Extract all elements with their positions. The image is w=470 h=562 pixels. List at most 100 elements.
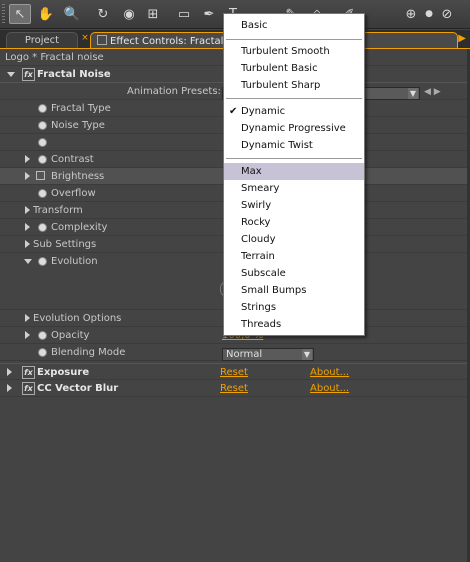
preset-nav-arrows[interactable]: ◀ ▶ [424,87,441,97]
menu-item-strings[interactable]: Strings [224,299,364,316]
panel-menu-icon[interactable]: ▶ [458,33,466,44]
stopwatch-icon[interactable] [38,104,47,113]
stopwatch-icon[interactable] [38,189,47,198]
reset-link[interactable]: Reset [220,383,248,394]
pan-behind-icon[interactable]: ⊞ [142,4,164,24]
chevron-down-icon[interactable]: ▼ [302,349,312,360]
menu-item-label: Turbulent Basic [241,63,318,74]
effect-header-cc-vector-blur[interactable]: fx CC Vector Blur Reset About... [0,380,470,397]
property-label: Fractal Type [51,103,111,114]
selection-tool-icon[interactable]: ↖ [9,4,31,24]
toolbar-grip[interactable] [2,4,5,24]
menu-item-max[interactable]: Max [224,163,364,180]
axis-view-icon[interactable]: ⊘ [436,4,458,24]
stopwatch-icon[interactable] [38,348,47,357]
menu-item-label: Swirly [241,200,272,211]
menu-item-label: Smeary [241,183,280,194]
property-label: Opacity [51,330,90,341]
fx-toggle-icon[interactable]: fx [22,382,35,395]
fx-toggle-icon[interactable]: fx [22,366,35,379]
menu-item-small-bumps[interactable]: Small Bumps [224,282,364,299]
tab-effect-controls-label: Effect Controls: Fractal [110,36,224,47]
effect-header-exposure[interactable]: fx Exposure Reset About... [0,363,470,380]
stopwatch-icon[interactable] [38,121,47,130]
menu-separator [226,158,362,159]
menu-item-label: Terrain [241,251,275,262]
fx-toggle-icon[interactable]: fx [22,68,35,81]
stopwatch-icon[interactable] [38,257,47,266]
menu-item-label: Strings [241,302,277,313]
menu-item-turbulent-smooth[interactable]: Turbulent Smooth [224,43,364,60]
menu-item-subscale[interactable]: Subscale [224,265,364,282]
fractal-type-dropdown-menu: Basic Turbulent Smooth Turbulent Basic T… [223,13,365,336]
expand-triangle-icon[interactable] [7,368,12,376]
blending-mode-dropdown[interactable]: Normal ▼ [222,348,314,361]
menu-item-label: Subscale [241,268,286,279]
stopwatch-icon[interactable] [38,138,47,147]
menu-item-label: Threads [241,319,282,330]
expand-triangle-icon[interactable] [7,72,15,77]
property-label: Evolution Options [33,313,122,324]
hand-tool-icon[interactable]: ✋ [35,4,57,24]
property-label: Contrast [51,154,94,165]
stopwatch-icon[interactable] [38,155,47,164]
menu-item-smeary[interactable]: Smeary [224,180,364,197]
menu-item-turbulent-basic[interactable]: Turbulent Basic [224,60,364,77]
menu-item-turbulent-sharp[interactable]: Turbulent Sharp [224,77,364,94]
menu-item-label: Dynamic Twist [241,140,313,151]
blending-mode-value: Normal [226,349,263,360]
property-label: Evolution [51,256,98,267]
reset-link[interactable]: Reset [220,367,248,378]
orbit-camera-icon[interactable]: ◉ [118,4,140,24]
menu-item-label: Small Bumps [241,285,307,296]
menu-item-rocky[interactable]: Rocky [224,214,364,231]
menu-item-label: Cloudy [241,234,276,245]
layer-path: Logo * Fractal noise [5,52,104,63]
about-link[interactable]: About... [310,383,349,394]
menu-item-dynamic-twist[interactable]: Dynamic Twist [224,137,364,154]
property-label: Overflow [51,188,96,199]
menu-item-cloudy[interactable]: Cloudy [224,231,364,248]
property-label: Complexity [51,222,108,233]
expand-triangle-icon[interactable] [25,240,30,248]
menu-item-dynamic-progressive[interactable]: Dynamic Progressive [224,120,364,137]
menu-item-threads[interactable]: Threads [224,316,364,333]
expand-triangle-icon[interactable] [25,223,30,231]
lock-icon[interactable] [97,35,107,45]
rotate-tool-icon[interactable]: ↻ [92,4,114,24]
menu-separator [226,39,362,40]
stopwatch-icon[interactable] [38,331,47,340]
menu-item-label: Turbulent Sharp [241,80,321,91]
property-label: Sub Settings [33,239,97,250]
expand-triangle-icon[interactable] [25,314,30,322]
menu-item-label: Max [241,166,262,177]
effect-name: Exposure [37,367,90,378]
menu-item-label: Turbulent Smooth [241,46,330,57]
expand-triangle-icon[interactable] [25,206,30,214]
chevron-down-icon[interactable]: ▼ [408,88,418,99]
tab-project[interactable]: Project [6,32,78,48]
menu-item-label: Basic [241,20,268,31]
expand-triangle-icon[interactable] [25,331,30,339]
animation-presets-label: Animation Presets: [127,86,221,97]
zoom-tool-icon[interactable]: 🔍 [61,4,83,24]
menu-item-label: Dynamic Progressive [241,123,346,134]
menu-separator [226,98,362,99]
expand-triangle-icon[interactable] [25,155,30,163]
pen-tool-icon[interactable]: ✒ [198,4,220,24]
menu-item-dynamic[interactable]: ✔ Dynamic [224,103,364,120]
rectangle-tool-icon[interactable]: ▭ [173,4,195,24]
menu-item-terrain[interactable]: Terrain [224,248,364,265]
about-link[interactable]: About... [310,367,349,378]
menu-item-basic[interactable]: Basic [224,17,364,34]
keyframe-stopwatch-icon[interactable] [36,171,45,180]
menu-item-swirly[interactable]: Swirly [224,197,364,214]
property-label: Transform [33,205,83,216]
expand-triangle-icon[interactable] [7,384,12,392]
close-icon[interactable]: × [80,33,90,43]
expand-triangle-icon[interactable] [25,172,30,180]
property-label: Blending Mode [51,347,126,358]
expand-triangle-icon[interactable] [24,259,32,264]
stopwatch-icon[interactable] [38,223,47,232]
property-label: Brightness [51,171,105,182]
